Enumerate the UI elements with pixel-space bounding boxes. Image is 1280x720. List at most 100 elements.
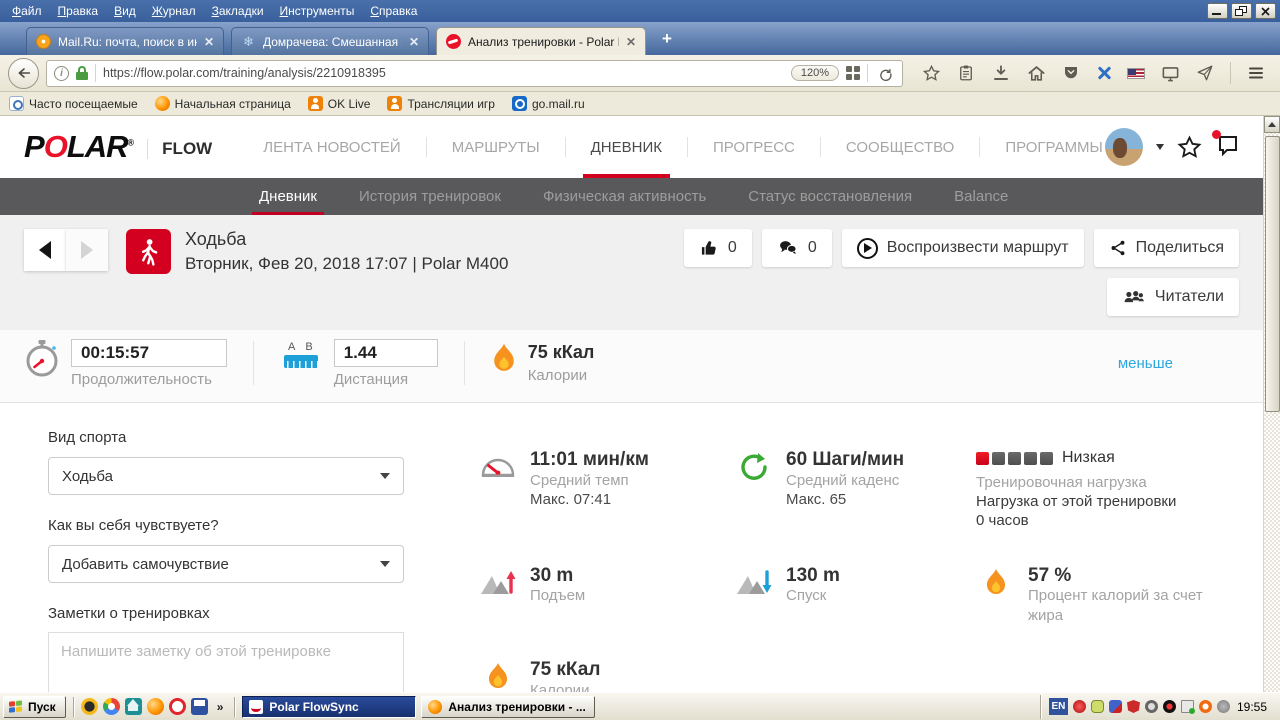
comments-button[interactable]: 0 bbox=[761, 229, 832, 267]
language-indicator[interactable]: EN bbox=[1048, 698, 1068, 715]
show-less-link[interactable]: меньше bbox=[1118, 355, 1173, 372]
tab-close-icon[interactable]: ✕ bbox=[409, 35, 419, 49]
url-separator bbox=[95, 64, 96, 82]
minimize-button[interactable] bbox=[1207, 3, 1228, 19]
restore-button[interactable] bbox=[1231, 3, 1252, 19]
tab-close-icon[interactable]: ✕ bbox=[204, 35, 214, 49]
previous-training-button[interactable] bbox=[24, 229, 66, 271]
quicklaunch-overflow-chevron[interactable]: » bbox=[213, 700, 228, 714]
new-tab-button[interactable]: + bbox=[653, 29, 681, 55]
avatar[interactable] bbox=[1105, 128, 1143, 166]
daemon-tools-icon[interactable] bbox=[80, 698, 98, 715]
nav-community[interactable]: СООБЩЕСТВО bbox=[821, 116, 979, 178]
play-route-button[interactable]: Воспроизвести маршрут bbox=[841, 229, 1084, 267]
account-dropdown-caret[interactable] bbox=[1156, 144, 1164, 150]
tray-icon[interactable] bbox=[1072, 700, 1086, 713]
nav-progress[interactable]: ПРОГРЕСС bbox=[688, 116, 820, 178]
home-icon[interactable] bbox=[1026, 63, 1046, 83]
bookmark-go-mail-ru[interactable]: go.mail.ru bbox=[511, 96, 585, 111]
menu-history[interactable]: Журнал bbox=[144, 1, 204, 21]
tab-mailru[interactable]: Mail.Ru: почта, поиск в инт... ✕ bbox=[26, 27, 224, 55]
bookmark-star-icon[interactable] bbox=[921, 63, 941, 83]
chrome-icon[interactable] bbox=[102, 698, 120, 715]
tab-domracheva[interactable]: ❄ Домрачева: Смешанная эст... ✕ bbox=[231, 27, 429, 55]
tray-icon[interactable] bbox=[1198, 700, 1212, 713]
start-button[interactable]: Пуск bbox=[3, 695, 66, 718]
downloads-icon[interactable] bbox=[991, 63, 1011, 83]
scroll-up-button[interactable] bbox=[1264, 116, 1280, 133]
tray-icon-webcam[interactable] bbox=[1144, 700, 1158, 713]
hamburger-menu-icon[interactable] bbox=[1246, 63, 1266, 83]
address-bar[interactable]: i https://flow.polar.com/training/analys… bbox=[46, 59, 903, 87]
close-button[interactable] bbox=[1255, 3, 1276, 19]
bookmark-ok-live[interactable]: OK Live bbox=[307, 96, 370, 111]
grid-icon[interactable] bbox=[846, 66, 860, 80]
reload-icon[interactable] bbox=[875, 63, 895, 83]
subnav-balance[interactable]: Balance bbox=[933, 178, 1029, 215]
back-button[interactable] bbox=[8, 57, 39, 89]
taskbar-clock[interactable]: 19:55 bbox=[1237, 700, 1267, 714]
pocket-icon[interactable] bbox=[1061, 63, 1081, 83]
screenshare-icon[interactable] bbox=[1160, 63, 1180, 83]
tray-icon[interactable] bbox=[1108, 700, 1122, 713]
favorites-star-icon[interactable] bbox=[1177, 134, 1202, 160]
ascent-icon bbox=[478, 568, 518, 596]
nav-routes[interactable]: МАРШРУТЫ bbox=[427, 116, 565, 178]
distance-input[interactable] bbox=[333, 338, 438, 367]
bookmarks-sidebar-icon[interactable] bbox=[956, 63, 976, 83]
menu-tools[interactable]: Инструменты bbox=[272, 1, 363, 21]
like-button[interactable]: 0 bbox=[683, 229, 752, 267]
vertical-scrollbar[interactable] bbox=[1263, 116, 1280, 692]
ascent-value: 30 m bbox=[530, 564, 574, 586]
bookmark-game-streams[interactable]: Трансляции игр bbox=[387, 96, 495, 111]
next-training-button[interactable] bbox=[66, 229, 108, 271]
ok-live-icon bbox=[307, 96, 323, 111]
walking-sport-icon bbox=[126, 229, 171, 274]
firefox-icon[interactable] bbox=[146, 698, 164, 715]
snowflake-favicon: ❄ bbox=[243, 34, 254, 49]
tray-icon[interactable] bbox=[1162, 700, 1176, 713]
duration-input[interactable] bbox=[71, 338, 227, 367]
menu-view[interactable]: Вид bbox=[106, 1, 144, 21]
zoom-level-badge[interactable]: 120% bbox=[790, 65, 839, 81]
tray-icon-mail[interactable] bbox=[1180, 700, 1195, 714]
stat-calories: 75 кКал Калории bbox=[478, 659, 734, 692]
task-polar-flowsync[interactable]: Polar FlowSync bbox=[242, 695, 417, 718]
sport-type-select[interactable]: Ходьба bbox=[48, 457, 404, 495]
notifications-chat-icon[interactable] bbox=[1212, 129, 1241, 162]
nav-feed[interactable]: ЛЕНТА НОВОСТЕЙ bbox=[238, 116, 425, 178]
subnav-physical-activity[interactable]: Физическая активность bbox=[522, 178, 727, 215]
x-extension-icon[interactable] bbox=[1096, 65, 1112, 81]
polar-logo[interactable]: POLAR® bbox=[24, 129, 134, 165]
menu-bookmarks[interactable]: Закладки bbox=[204, 1, 272, 21]
nav-diary[interactable]: ДНЕВНИК bbox=[566, 116, 687, 178]
save-disk-icon[interactable] bbox=[190, 698, 208, 715]
subnav-diary[interactable]: Дневник bbox=[238, 178, 338, 215]
us-flag-icon[interactable] bbox=[1127, 67, 1145, 79]
notes-textarea[interactable] bbox=[48, 632, 404, 692]
bookmark-home-page[interactable]: Начальная страница bbox=[154, 96, 291, 111]
windows-logo-icon bbox=[9, 699, 23, 713]
send-page-icon[interactable] bbox=[1195, 63, 1215, 83]
home-app-icon[interactable] bbox=[124, 698, 142, 715]
url-text[interactable]: https://flow.polar.com/training/analysis… bbox=[103, 66, 784, 80]
followers-button[interactable]: Читатели bbox=[1106, 278, 1239, 316]
tray-icon-shield[interactable] bbox=[1126, 700, 1140, 713]
scrollbar-thumb[interactable] bbox=[1265, 136, 1280, 412]
opera-icon[interactable] bbox=[168, 698, 186, 715]
subnav-recovery-status[interactable]: Статус восстановления bbox=[727, 178, 933, 215]
primary-nav: ЛЕНТА НОВОСТЕЙ МАРШРУТЫ ДНЕВНИК ПРОГРЕСС… bbox=[238, 116, 1129, 178]
share-button[interactable]: Поделиться bbox=[1093, 229, 1239, 267]
subnav-training-history[interactable]: История тренировок bbox=[338, 178, 522, 215]
menu-edit[interactable]: Правка bbox=[50, 1, 107, 21]
info-icon[interactable]: i bbox=[54, 65, 69, 81]
feeling-select[interactable]: Добавить самочувствие bbox=[48, 545, 404, 583]
menu-help[interactable]: Справка bbox=[362, 1, 425, 21]
tab-close-icon[interactable]: ✕ bbox=[626, 35, 636, 49]
bookmark-frequently-visited[interactable]: Часто посещаемые bbox=[9, 96, 138, 111]
tray-icon[interactable] bbox=[1090, 700, 1104, 713]
tab-polar-analysis[interactable]: Анализ тренировки - Polar F... ✕ bbox=[436, 27, 646, 55]
task-firefox-analysis[interactable]: Анализ тренировки - ... bbox=[421, 695, 596, 718]
menu-file[interactable]: Файл bbox=[4, 1, 50, 21]
tray-icon-volume[interactable] bbox=[1216, 700, 1230, 713]
